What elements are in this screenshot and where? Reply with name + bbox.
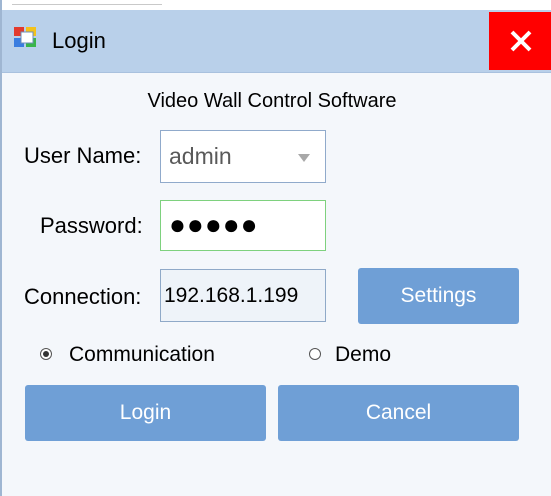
communication-radio-label[interactable]: Communication: [69, 343, 215, 367]
close-button[interactable]: [489, 12, 551, 70]
chevron-down-icon[interactable]: [297, 153, 311, 163]
connection-field[interactable]: 192.168.1.199: [160, 269, 326, 322]
settings-button[interactable]: Settings: [358, 268, 519, 324]
connection-label: Connection:: [24, 284, 142, 309]
password-label: Password:: [40, 213, 143, 238]
cancel-button[interactable]: Cancel: [278, 385, 519, 441]
password-input[interactable]: ●●●●●: [160, 200, 326, 251]
username-value: admin: [169, 143, 232, 169]
background-window-edge: [2, 0, 551, 10]
app-subtitle: Video Wall Control Software: [147, 90, 397, 112]
password-mask: ●●●●●: [169, 209, 259, 240]
title-bar: Login: [2, 10, 551, 73]
username-combobox[interactable]: admin: [160, 130, 326, 183]
close-icon: [510, 30, 532, 52]
settings-button-label: Settings: [400, 284, 477, 307]
communication-radio[interactable]: [40, 348, 52, 360]
demo-radio-label[interactable]: Demo: [335, 343, 391, 367]
login-window: Login Video Wall Control Software User N…: [0, 0, 551, 496]
username-label: User Name:: [24, 143, 142, 168]
login-button[interactable]: Login: [25, 385, 266, 441]
login-button-label: Login: [119, 401, 172, 424]
video-wall-icon: [14, 27, 36, 47]
demo-radio[interactable]: [309, 348, 321, 360]
connection-value: 192.168.1.199: [164, 284, 299, 307]
window-title: Login: [52, 28, 106, 53]
background-window-fragment: [12, 0, 162, 5]
cancel-button-label: Cancel: [365, 401, 432, 424]
